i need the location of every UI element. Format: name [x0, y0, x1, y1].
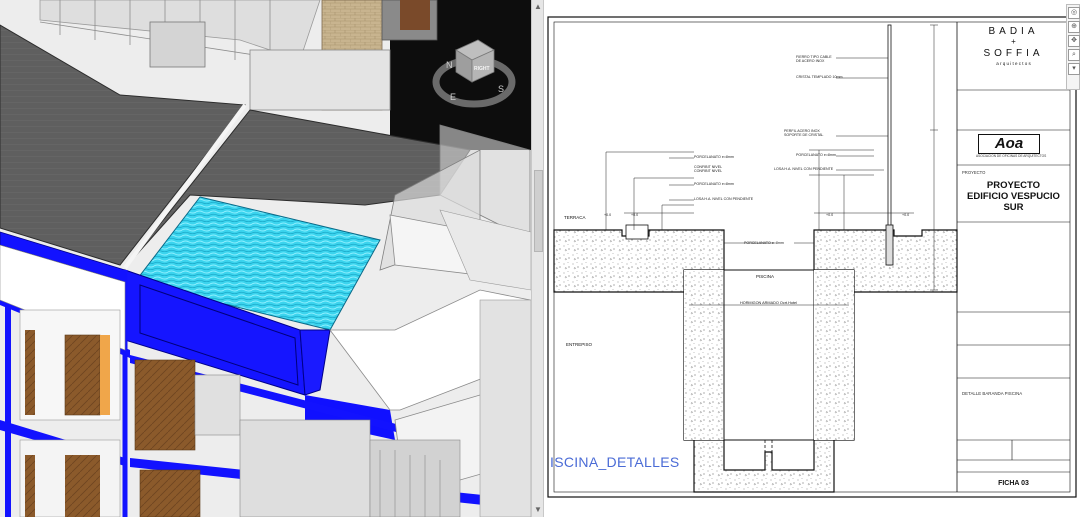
svg-text:PORCELANATO e=8mm: PORCELANATO e=8mm — [694, 182, 734, 186]
concrete-label: HORMIGON ARMADO Ocrt.Hotel — [740, 301, 797, 305]
zoom-window-icon[interactable]: ⌕ — [1068, 49, 1080, 61]
aoa-logo: Aoa — [978, 134, 1040, 154]
svg-text:+0.0: +0.0 — [826, 213, 833, 217]
wood-panel — [64, 334, 101, 416]
full-navigation-wheel-icon[interactable]: ◎ — [1068, 7, 1080, 19]
pane-splitter[interactable]: ▲ ▼ — [531, 0, 544, 517]
viewcube-face-label: RIGHT — [474, 66, 490, 72]
svg-text:+0.0: +0.0 — [604, 213, 611, 217]
svg-text:DE ACERO INOX: DE ACERO INOX — [796, 59, 825, 63]
firm-name-plus: + — [1011, 37, 1016, 46]
detail-title: DETALLE BARANDA PISCINA — [962, 391, 1023, 396]
navigation-bar[interactable]: ◎ ⊕ ✥ ⌕ ▾ — [1066, 4, 1080, 90]
project-line1: PROYECTO — [986, 180, 1041, 191]
svg-text:PORCELANATO e=8mm: PORCELANATO e=8mm — [694, 155, 734, 159]
scroll-up-arrow[interactable]: ▲ — [534, 2, 542, 12]
svg-text:LOSA H.A. NIVEL CON PENDIENTE: LOSA H.A. NIVEL CON PENDIENTE — [694, 197, 754, 201]
project-line2: EDIFICIO VESPUCIO — [967, 191, 1060, 202]
sheet-number: FICHA 03 — [998, 480, 1029, 487]
project-label: PROYECTO — [962, 170, 986, 175]
sheet-view[interactable]: FIERRO TIPO CABLE DE ACERO INOX CRISTAL … — [544, 0, 1080, 517]
aoa-logo-caption: ASOCIACION DE OFICINAS DE ARQUITECTOS — [976, 154, 1047, 158]
firm-name-line1: BADIA — [988, 26, 1039, 37]
compass-east-label: E — [450, 92, 456, 102]
svg-text:LOSA H.A. NIVEL CON PENDIENTE: LOSA H.A. NIVEL CON PENDIENTE — [774, 167, 834, 171]
zoom-icon[interactable]: ⊕ — [1068, 21, 1080, 33]
svg-text:PORCELANATO e=8mm: PORCELANATO e=8mm — [744, 241, 784, 245]
sheet-canvas[interactable]: FIERRO TIPO CABLE DE ACERO INOX CRISTAL … — [544, 0, 1080, 517]
pan-icon[interactable]: ✥ — [1068, 35, 1080, 47]
svg-text:+0.0: +0.0 — [902, 213, 909, 217]
svg-text:CONFIBIT NIVEL: CONFIBIT NIVEL — [694, 169, 722, 173]
model-3d-canvas[interactable]: N E S RIGHT — [0, 0, 531, 517]
project-line3: SUR — [1003, 202, 1024, 213]
scroll-thumb[interactable] — [534, 170, 543, 252]
pool-label: PISCINA — [756, 274, 774, 279]
view-name-label: ISCINA_DETALLES — [550, 454, 680, 470]
firm-name-line2: SOFFIA — [983, 48, 1044, 59]
scroll-down-arrow[interactable]: ▼ — [534, 505, 542, 515]
terrace-label: TERRACA — [564, 215, 586, 220]
firm-name-line3: a r q u i t e c t o s — [996, 61, 1031, 66]
svg-text:PORCELANATO e=8mm: PORCELANATO e=8mm — [796, 153, 836, 157]
svg-text:SOPORTE DE CRISTAL: SOPORTE DE CRISTAL — [784, 133, 823, 137]
compass-south-label: S — [498, 84, 504, 94]
entrance-label: ENTREPISO — [566, 342, 593, 347]
compass-north-label: N — [446, 60, 453, 70]
chevron-down-icon[interactable]: ▾ — [1068, 63, 1080, 75]
svg-text:CRISTAL TEMPLADO 10mm: CRISTAL TEMPLADO 10mm — [796, 75, 842, 79]
svg-text:+0.0: +0.0 — [631, 213, 638, 217]
model-3d-view[interactable]: N E S RIGHT — [0, 0, 531, 517]
